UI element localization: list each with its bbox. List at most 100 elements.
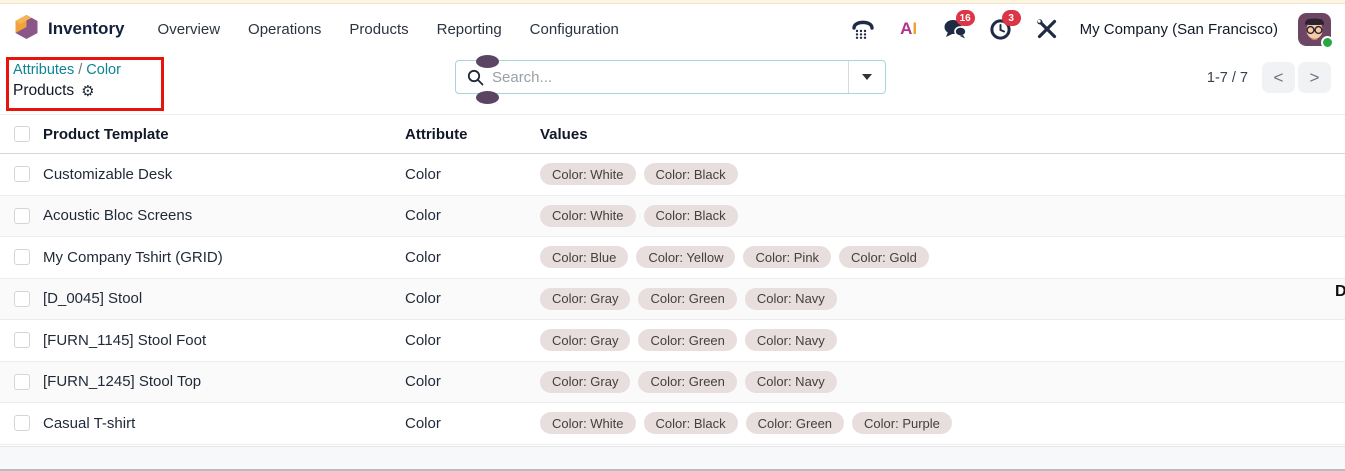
row-select-cell — [0, 374, 43, 390]
pager-range: 1-7 / 7 — [1207, 70, 1248, 86]
footer-area — [0, 446, 1345, 469]
value-badge: Color: Navy — [745, 371, 837, 393]
pager-previous-button[interactable]: < — [1262, 62, 1295, 93]
list-view: Product Template Attribute Values Custom… — [0, 114, 1345, 445]
menu-operations[interactable]: Operations — [237, 15, 332, 44]
values-cell: Color: Gray Color: Green Color: Navy — [540, 371, 1345, 393]
attribute-cell: Color — [405, 249, 540, 266]
select-all-checkbox[interactable] — [14, 126, 30, 142]
row-checkbox[interactable] — [14, 415, 30, 431]
value-badge: Color: Black — [644, 163, 738, 185]
product-template-cell: Acoustic Bloc Screens — [43, 207, 405, 224]
pager-next-button[interactable]: > — [1298, 62, 1331, 93]
annotation-handle-top — [476, 55, 499, 68]
row-checkbox[interactable] — [14, 208, 30, 224]
table-row[interactable]: My Company Tshirt (GRID)ColorColor: Blue… — [0, 237, 1345, 279]
search-input[interactable] — [492, 69, 848, 86]
page-title: Products — [13, 81, 74, 102]
row-select-cell — [0, 415, 43, 431]
annotation-handle-bottom — [476, 91, 499, 104]
table-body: Customizable DeskColorColor: WhiteColor:… — [0, 154, 1345, 445]
menu-overview[interactable]: Overview — [147, 15, 232, 44]
attribute-cell: Color — [405, 332, 540, 349]
header-attribute[interactable]: Attribute — [405, 126, 540, 143]
gear-icon[interactable]: ⚙ — [81, 84, 94, 99]
values-cell: Color: BlueColor: YellowColor: PinkColor… — [540, 246, 1345, 268]
attribute-cell: Color — [405, 415, 540, 432]
edge-artifact-letter: D — [1335, 283, 1345, 301]
value-badge: Color: Gray — [540, 329, 630, 351]
row-checkbox[interactable] — [14, 249, 30, 265]
table-row[interactable]: [FURN_1145] Stool FootColorColor: GrayCo… — [0, 320, 1345, 362]
product-template-cell: [D_0045] Stool — [43, 290, 405, 307]
value-badge: Color: Pink — [743, 246, 831, 268]
attribute-cell: Color — [405, 373, 540, 390]
user-avatar[interactable] — [1298, 13, 1331, 46]
search-bar — [455, 60, 886, 94]
value-badge: Color: White — [540, 412, 636, 434]
values-cell: Color: GrayColor: GreenColor: Navy — [540, 288, 1345, 310]
row-checkbox[interactable] — [14, 332, 30, 348]
table-row[interactable]: [FURN_1245] Stool TopColorColor: GrayCol… — [0, 362, 1345, 404]
row-checkbox[interactable] — [14, 166, 30, 182]
row-select-cell — [0, 249, 43, 265]
table-row[interactable]: Acoustic Bloc ScreensColorColor: WhiteCo… — [0, 196, 1345, 238]
value-badge: Color: Green — [746, 412, 844, 434]
company-menu[interactable]: My Company (San Francisco) — [1080, 21, 1278, 38]
menu-configuration[interactable]: Configuration — [519, 15, 630, 44]
phone-icon[interactable] — [850, 17, 876, 41]
product-template-cell: Customizable Desk — [43, 166, 405, 183]
values-cell: Color: WhiteColor: Black — [540, 205, 1345, 227]
value-badge: Color: Yellow — [636, 246, 735, 268]
breadcrumb-separator: / — [78, 62, 82, 78]
value-badge: Color: Navy — [745, 329, 837, 351]
table-row[interactable]: [D_0045] StoolColorColor: GrayColor: Gre… — [0, 279, 1345, 321]
product-template-cell: My Company Tshirt (GRID) — [43, 249, 405, 266]
value-badge: Color: Black — [644, 205, 738, 227]
row-checkbox[interactable] — [14, 374, 30, 390]
top-navbar: Inventory Overview Operations Products R… — [0, 4, 1345, 54]
breadcrumb-color-link[interactable]: Color — [86, 62, 121, 78]
search-icon — [456, 69, 492, 86]
value-badge: Color: Purple — [852, 412, 952, 434]
value-badge: Color: White — [540, 163, 636, 185]
table-row[interactable]: Casual T-shirtColorColor: White Color: Bl… — [0, 403, 1345, 445]
menu-reporting[interactable]: Reporting — [426, 15, 513, 44]
value-badge: Color: Gray — [540, 371, 630, 393]
value-badge: Color: Gold — [839, 246, 929, 268]
systray: AI 16 3 My Company (Sa — [850, 13, 1331, 46]
menu-products[interactable]: Products — [338, 15, 419, 44]
value-badge: Color: Black — [644, 412, 738, 434]
table-row[interactable]: Customizable DeskColorColor: WhiteColor:… — [0, 154, 1345, 196]
values-cell: Color: White Color: Black — [540, 163, 1345, 185]
product-template-cell: [FURN_1245] Stool Top — [43, 373, 405, 390]
messages-count-badge: 16 — [956, 10, 975, 26]
value-badge: Color: Green — [638, 288, 736, 310]
breadcrumb: Attributes/Color Products ⚙ — [13, 61, 121, 101]
breadcrumb-attributes-link[interactable]: Attributes — [13, 62, 74, 78]
values-cell: Color: Gray Color: Green Color: Navy — [540, 329, 1345, 351]
attribute-cell: Color — [405, 290, 540, 307]
value-badge: Color: Green — [638, 371, 736, 393]
inventory-app-icon — [14, 14, 39, 45]
product-template-cell: Casual T-shirt — [43, 415, 405, 432]
activities-icon[interactable]: 3 — [988, 17, 1014, 41]
row-select-cell — [0, 332, 43, 348]
main-menu: Overview Operations Products Reporting C… — [147, 15, 630, 44]
table-header: Product Template Attribute Values — [0, 114, 1345, 154]
online-status-dot — [1321, 36, 1334, 49]
attribute-cell: Color — [405, 166, 540, 183]
ai-icon[interactable]: AI — [896, 17, 922, 41]
row-checkbox[interactable] — [14, 291, 30, 307]
search-dropdown-toggle[interactable] — [848, 61, 885, 93]
messages-icon[interactable]: 16 — [942, 17, 968, 41]
header-values[interactable]: Values — [540, 126, 1345, 143]
app-switcher[interactable]: Inventory — [14, 14, 125, 45]
product-template-cell: [FURN_1145] Stool Foot — [43, 332, 405, 349]
app-name: Inventory — [48, 19, 125, 39]
tools-icon[interactable] — [1034, 17, 1060, 41]
pager: 1-7 / 7 < > — [1207, 62, 1331, 93]
header-product-template[interactable]: Product Template — [43, 126, 405, 143]
value-badge: Color: Green — [638, 329, 736, 351]
chevron-down-icon — [862, 74, 872, 80]
